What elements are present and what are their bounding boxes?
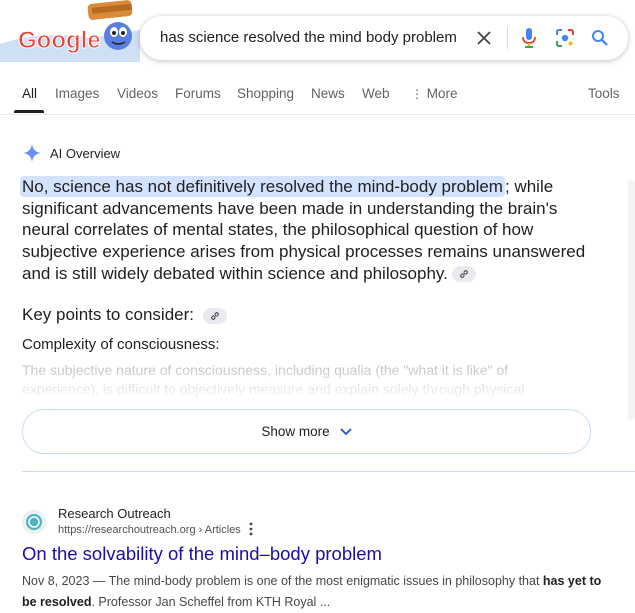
show-more-label: Show more — [261, 424, 330, 439]
result-snippet: Nov 8, 2023 — The mind-body problem is o… — [22, 571, 612, 613]
camera-lens-icon[interactable] — [552, 25, 578, 51]
search-divider — [507, 27, 508, 49]
result-url[interactable]: https://researchoutreach.org › Articles — [58, 524, 241, 536]
search-icon[interactable] — [587, 25, 613, 51]
ai-overview-divider — [22, 471, 635, 472]
tools-button[interactable]: Tools — [588, 86, 620, 101]
search-tabs: All Images Videos Forums Shopping News W… — [0, 86, 635, 116]
header-divider — [0, 114, 635, 115]
show-more-button[interactable]: Show more — [22, 409, 591, 454]
google-doodle-logo[interactable]: Google — [0, 0, 140, 62]
search-input[interactable]: has science resolved the mind body probl… — [160, 29, 457, 46]
link-icon[interactable] — [451, 266, 476, 283]
key-points-link-icon[interactable] — [203, 308, 227, 324]
snippet-text-1: — The mind-body problem is one of the mo… — [89, 574, 543, 588]
ai-highlight: No, science has not definitively resolve… — [20, 176, 505, 197]
site-favicon-icon — [22, 510, 46, 534]
tab-images[interactable]: Images — [55, 86, 99, 101]
snippet-date: Nov 8, 2023 — [22, 574, 90, 588]
clear-icon[interactable] — [471, 25, 497, 51]
tab-all[interactable]: All — [22, 86, 37, 101]
sparkle-icon — [22, 143, 42, 168]
result-site-name[interactable]: Research Outreach — [58, 506, 171, 521]
ai-overview-title: AI Overview — [50, 146, 121, 161]
tab-news[interactable]: News — [311, 86, 345, 101]
chevron-down-icon — [340, 427, 352, 436]
active-tab-indicator — [14, 110, 44, 113]
search-box[interactable]: has science resolved the mind body probl… — [140, 16, 628, 60]
key-points-heading: Key points to consider: — [22, 305, 194, 324]
more-vert-icon: ⋮ — [411, 87, 423, 101]
logo-text: Google — [18, 27, 101, 54]
consciousness-subheading: Complexity of consciousness: — [22, 336, 220, 353]
tab-forums[interactable]: Forums — [175, 86, 221, 101]
tab-shopping[interactable]: Shopping — [237, 86, 294, 101]
more-options-icon[interactable] — [248, 522, 254, 541]
tab-videos[interactable]: Videos — [117, 86, 158, 101]
result-title-link[interactable]: On the solvability of the mind–body prob… — [22, 543, 382, 565]
microphone-icon[interactable] — [516, 25, 542, 51]
tab-web[interactable]: Web — [362, 86, 390, 101]
snippet-text-2: . Professor Jan Scheffel from KTH Royal … — [91, 595, 331, 609]
tab-more-label: More — [426, 86, 458, 101]
scrollbar[interactable] — [628, 180, 635, 420]
ai-overview-body: No, science has not definitively resolve… — [20, 176, 607, 285]
tab-more[interactable]: ⋮ More — [411, 86, 458, 101]
